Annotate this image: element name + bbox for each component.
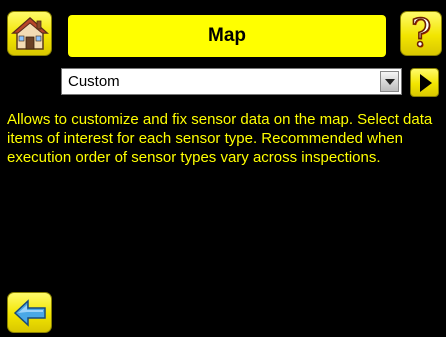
help-button[interactable]: ? xyxy=(400,11,442,56)
help-icon: ? xyxy=(410,10,432,55)
home-button[interactable] xyxy=(7,11,52,56)
map-mode-dropdown[interactable]: Custom xyxy=(61,68,402,95)
map-mode-selected-value: Custom xyxy=(68,73,120,90)
back-arrow-icon xyxy=(13,299,46,327)
title-bar: Map xyxy=(68,15,386,57)
chevron-down-icon[interactable] xyxy=(380,71,399,92)
back-button[interactable] xyxy=(7,292,52,333)
page-title: Map xyxy=(208,25,246,46)
home-icon xyxy=(11,16,49,50)
mode-description: Allows to customize and fix sensor data … xyxy=(7,111,433,166)
map-screen: Map ? Custom Allows to customize and fix… xyxy=(0,0,446,337)
next-button[interactable] xyxy=(410,68,439,97)
